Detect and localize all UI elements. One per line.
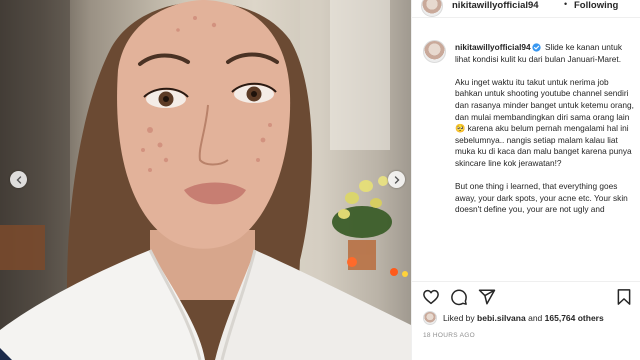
comment-icon[interactable] — [450, 288, 468, 306]
corner-triangle — [0, 348, 12, 360]
avatar[interactable] — [421, 0, 443, 17]
caption-username[interactable]: nikitawillyofficial94 — [455, 42, 531, 52]
likes-prefix: Liked by — [443, 313, 475, 323]
caption-avatar[interactable] — [423, 40, 446, 63]
caption-text: nikitawillyofficial94 Slide ke kanan unt… — [455, 42, 635, 216]
send-icon[interactable] — [478, 288, 496, 306]
bookmark-icon[interactable] — [615, 288, 633, 306]
heart-icon[interactable] — [422, 288, 440, 306]
caption-area: nikitawillyofficial94 Slide ke kanan unt… — [412, 30, 640, 278]
action-bar — [412, 281, 640, 311]
post-timestamp[interactable]: 18 HOURS AGO — [423, 332, 475, 339]
post-header: nikitawillyofficial94 • Following — [412, 0, 640, 18]
caption-paragraph: Aku inget waktu itu takut untuk nerima j… — [455, 76, 634, 168]
likes-conjunction: and — [528, 313, 543, 323]
shelf — [0, 225, 45, 270]
post-side-panel: nikitawillyofficial94 • Following nikita… — [411, 0, 640, 360]
separator-dot: • — [564, 0, 568, 9]
likes-row: Liked by bebi.silvana and 165,764 others — [423, 311, 638, 325]
window-light — [330, 0, 390, 150]
following-button[interactable]: Following — [574, 0, 618, 11]
header-username[interactable]: nikitawillyofficial94 — [452, 0, 539, 11]
post-media[interactable] — [0, 0, 411, 360]
chevron-left-icon — [16, 175, 21, 184]
verified-badge-icon — [531, 43, 541, 52]
caption-paragraph: But one thing i learned, that everything… — [455, 181, 628, 215]
liker-username[interactable]: bebi.silvana — [477, 313, 526, 323]
chevron-right-icon — [394, 175, 399, 184]
likes-count[interactable]: 165,764 others — [545, 313, 604, 323]
liker-avatar[interactable] — [423, 311, 437, 325]
post-photo — [0, 0, 411, 360]
previous-slide-button[interactable] — [10, 171, 27, 188]
likes-summary[interactable]: Liked by bebi.silvana and 165,764 others — [443, 313, 604, 323]
next-slide-button[interactable] — [388, 171, 405, 188]
